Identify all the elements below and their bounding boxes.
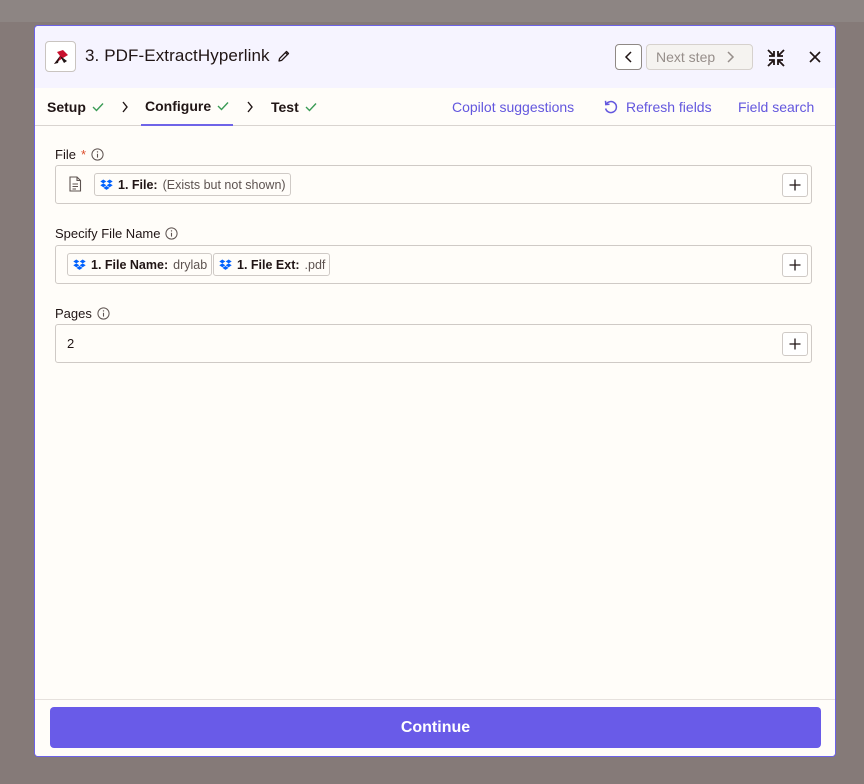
info-icon[interactable] bbox=[91, 148, 104, 161]
tab-configure[interactable]: Configure bbox=[141, 88, 234, 126]
check-icon bbox=[217, 101, 229, 111]
pages-field-label: Pages bbox=[55, 306, 110, 321]
dropbox-icon bbox=[73, 259, 86, 271]
pill-value: (Exists but not shown) bbox=[162, 177, 286, 192]
field-search-label: Field search bbox=[738, 99, 815, 115]
previous-step-button[interactable] bbox=[615, 44, 642, 70]
modal-footer: Continue bbox=[35, 699, 835, 756]
next-step-label: Next step bbox=[656, 49, 716, 65]
pill-key: 1. File: bbox=[118, 177, 158, 192]
step-title: 3. PDF-ExtractHyperlink bbox=[85, 46, 270, 65]
field-search-link[interactable]: Field search bbox=[738, 88, 814, 126]
configure-form: File * 1. File: (Exists but not shown) S… bbox=[35, 126, 835, 701]
tab-setup[interactable]: Setup bbox=[47, 88, 104, 126]
insert-data-button[interactable] bbox=[782, 332, 808, 356]
check-icon bbox=[305, 102, 317, 112]
plus-icon bbox=[789, 259, 801, 271]
copilot-suggestions-label: Copilot suggestions bbox=[452, 99, 575, 115]
check-icon bbox=[92, 102, 104, 112]
chevron-right-icon bbox=[246, 100, 256, 114]
collapse-icon[interactable] bbox=[765, 47, 787, 69]
chevron-right-icon bbox=[725, 51, 735, 63]
app-logo-icon bbox=[45, 41, 76, 72]
edit-pencil-icon[interactable] bbox=[277, 49, 291, 63]
pill-value: .pdf bbox=[304, 257, 326, 272]
file-mapped-pill[interactable]: 1. File: (Exists but not shown) bbox=[94, 173, 291, 196]
info-icon[interactable] bbox=[165, 227, 179, 240]
plus-icon bbox=[789, 179, 801, 191]
refresh-icon bbox=[603, 99, 619, 115]
chevron-right-icon bbox=[121, 100, 131, 114]
backdrop-strip bbox=[0, 0, 864, 22]
modal-header: 3. PDF-ExtractHyperlink Next step bbox=[35, 26, 835, 88]
required-mark: * bbox=[80, 147, 87, 162]
copilot-suggestions-link[interactable]: Copilot suggestions bbox=[452, 88, 574, 126]
refresh-fields-link[interactable]: Refresh fields bbox=[603, 88, 712, 126]
file-name-label-text: Specify File Name bbox=[55, 226, 161, 241]
step-editor-modal: 3. PDF-ExtractHyperlink Next step Setup … bbox=[34, 25, 836, 757]
chevron-left-icon bbox=[624, 51, 634, 63]
step-tabs: Setup Configure Test Copilot suggestions bbox=[35, 88, 835, 126]
file-name-pill[interactable]: 1. File Name: drylab bbox=[67, 253, 213, 276]
file-name-field[interactable]: 1. File Name: drylab 1. File Ext: .pdf bbox=[55, 245, 812, 284]
next-step-button[interactable]: Next step bbox=[646, 44, 753, 70]
file-label-text: File bbox=[55, 147, 76, 162]
dropbox-icon bbox=[219, 259, 232, 271]
close-icon[interactable] bbox=[805, 47, 825, 67]
file-field-label: File * bbox=[55, 147, 104, 162]
pill-key: 1. File Ext: bbox=[237, 257, 300, 272]
file-name-field-label: Specify File Name bbox=[55, 226, 179, 241]
step-title-wrap: 3. PDF-ExtractHyperlink bbox=[85, 46, 291, 66]
pages-label-text: Pages bbox=[55, 306, 92, 321]
file-field[interactable]: 1. File: (Exists but not shown) bbox=[55, 165, 812, 204]
pages-value: 2 bbox=[67, 336, 75, 351]
tab-setup-label: Setup bbox=[47, 99, 86, 115]
insert-data-button[interactable] bbox=[782, 253, 808, 277]
tab-configure-label: Configure bbox=[145, 98, 212, 114]
pages-field[interactable]: 2 bbox=[55, 324, 812, 363]
info-icon[interactable] bbox=[97, 307, 110, 320]
pill-key: 1. File Name: bbox=[91, 257, 169, 272]
continue-button[interactable]: Continue bbox=[50, 707, 821, 748]
file-ext-pill[interactable]: 1. File Ext: .pdf bbox=[213, 253, 331, 276]
pill-value: drylab bbox=[173, 257, 208, 272]
tab-test[interactable]: Test bbox=[271, 88, 317, 126]
document-icon bbox=[68, 176, 82, 192]
plus-icon bbox=[789, 338, 801, 350]
tab-test-label: Test bbox=[271, 99, 299, 115]
refresh-fields-label: Refresh fields bbox=[626, 99, 712, 115]
dropbox-icon bbox=[100, 179, 113, 191]
insert-data-button[interactable] bbox=[782, 173, 808, 197]
